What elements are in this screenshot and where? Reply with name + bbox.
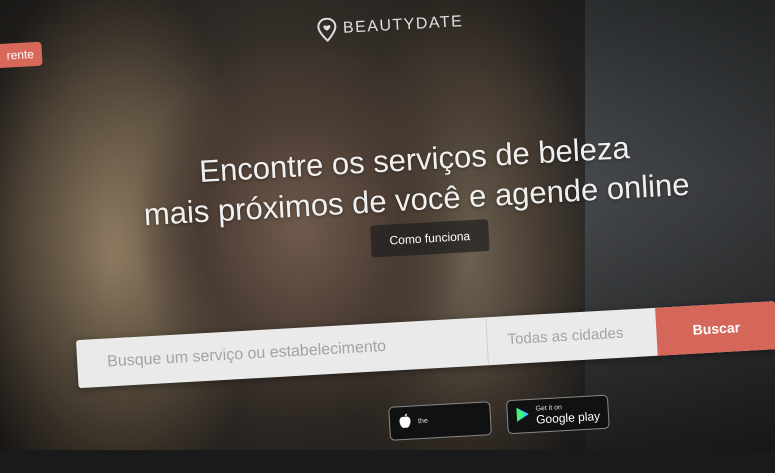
city-select[interactable]: Todas as cidades	[485, 307, 658, 366]
how-it-works-button[interactable]: Como funciona	[370, 219, 490, 258]
hero-headline: Encontre os serviços de beleza mais próx…	[104, 123, 727, 237]
play-store-icon	[515, 406, 530, 428]
brand-name: BEAUTYDATE	[342, 13, 464, 37]
brand-logo[interactable]: BEAUTYDATE	[316, 10, 464, 43]
location-pin-heart-icon	[316, 17, 337, 43]
top-left-button[interactable]: rente	[0, 41, 43, 70]
app-store-small-text: the	[417, 417, 428, 426]
store-badges: the Get it on Google play	[388, 394, 610, 441]
service-search-input[interactable]: Busque um serviço ou estabelecimento	[76, 317, 488, 388]
search-button[interactable]: Buscar	[655, 301, 775, 356]
tilted-content: rente BEAUTYDATE Encontre os serviços de…	[0, 0, 775, 472]
app-store-badge[interactable]: the	[388, 401, 492, 441]
apple-icon	[398, 412, 413, 434]
search-bar: Busque um serviço ou estabelecimento Tod…	[75, 301, 775, 389]
google-play-badge[interactable]: Get it on Google play	[505, 394, 610, 435]
